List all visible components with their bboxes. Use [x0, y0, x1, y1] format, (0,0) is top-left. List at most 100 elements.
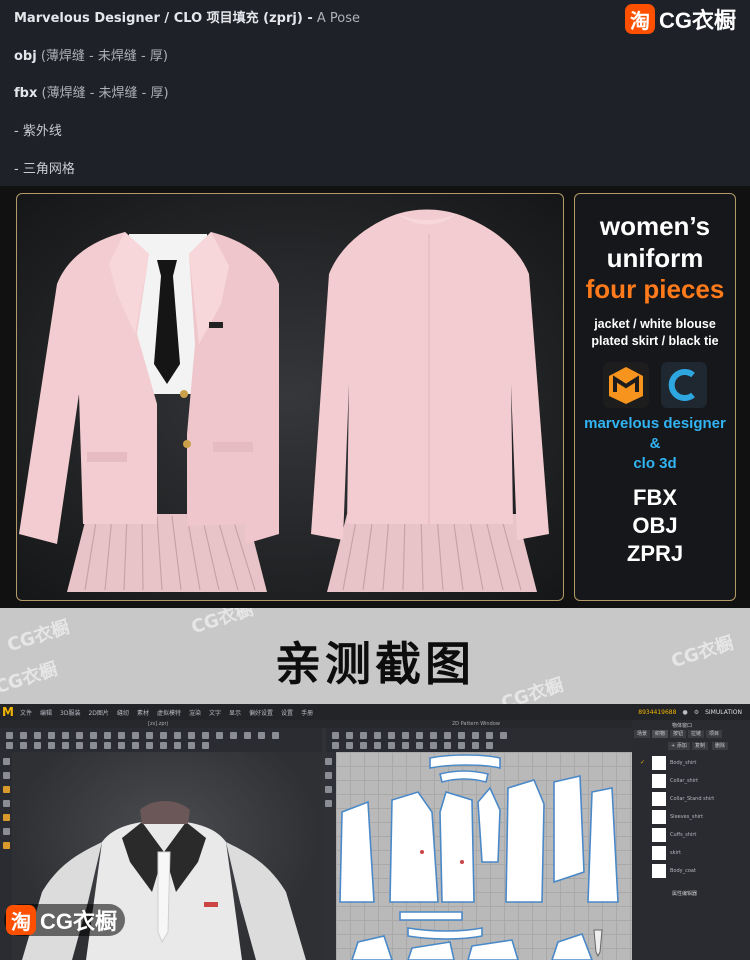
fabric-item[interactable]: Body_coat	[640, 864, 744, 879]
tool-icon[interactable]	[430, 742, 437, 749]
tool-icon[interactable]	[132, 742, 139, 749]
tool-icon[interactable]	[132, 732, 139, 739]
menu-item[interactable]: 偏好设置	[245, 708, 277, 717]
tool-icon[interactable]	[188, 732, 195, 739]
tool-icon[interactable]	[174, 742, 181, 749]
tool-icon[interactable]	[325, 758, 332, 765]
user-icon[interactable]: ●	[682, 709, 687, 716]
tool-icon[interactable]	[402, 732, 409, 739]
tool-icon[interactable]	[3, 842, 10, 849]
fabric-item[interactable]: Collar_shirt	[640, 774, 744, 789]
tool-icon[interactable]	[346, 732, 353, 739]
panel-tab[interactable]: 场景	[634, 730, 651, 738]
tool-icon[interactable]	[388, 732, 395, 739]
tool-icon[interactable]	[332, 742, 339, 749]
tool-icon[interactable]	[62, 732, 69, 739]
tool-icon[interactable]	[118, 742, 125, 749]
tool-icon[interactable]	[444, 732, 451, 739]
fabric-item[interactable]: skirt	[640, 846, 744, 861]
menu-item[interactable]: 3D服装	[56, 708, 84, 717]
fabric-item[interactable]: Cuffs_shirt	[640, 828, 744, 843]
tool-icon[interactable]	[76, 742, 83, 749]
tool-icon[interactable]	[20, 732, 27, 739]
tool-icon[interactable]	[430, 732, 437, 739]
tool-icon[interactable]	[104, 742, 111, 749]
fabric-item[interactable]: Sleeves_shirt	[640, 810, 744, 825]
tool-icon[interactable]	[90, 742, 97, 749]
tool-icon[interactable]	[118, 732, 125, 739]
tool-icon[interactable]	[332, 732, 339, 739]
tab-3d-window[interactable]: [zs].zprj	[148, 721, 168, 727]
tool-icon[interactable]	[160, 732, 167, 739]
tool-icon[interactable]	[6, 732, 13, 739]
menu-item[interactable]: 显示	[225, 708, 245, 717]
menu-item[interactable]: 设置	[277, 708, 297, 717]
tool-icon[interactable]	[160, 742, 167, 749]
tool-icon[interactable]	[416, 742, 423, 749]
menu-item[interactable]: 文字	[205, 708, 225, 717]
tool-icon[interactable]	[76, 732, 83, 739]
tool-icon[interactable]	[3, 772, 10, 779]
tool-icon[interactable]	[3, 828, 10, 835]
tool-icon[interactable]	[458, 742, 465, 749]
tool-icon[interactable]	[6, 742, 13, 749]
tool-icon[interactable]	[272, 732, 279, 739]
tool-icon[interactable]	[20, 742, 27, 749]
tool-icon[interactable]	[146, 742, 153, 749]
tool-icon[interactable]	[325, 786, 332, 793]
tool-icon[interactable]	[416, 732, 423, 739]
tool-icon[interactable]	[34, 742, 41, 749]
menu-item[interactable]: 素材	[133, 708, 153, 717]
tool-icon[interactable]	[486, 732, 493, 739]
tool-icon[interactable]	[472, 742, 479, 749]
settings-icon[interactable]: ⚙	[694, 709, 699, 716]
add-button[interactable]: + 添加	[668, 742, 690, 750]
tool-icon[interactable]	[146, 732, 153, 739]
tool-icon[interactable]	[244, 732, 251, 739]
tool-icon[interactable]	[360, 742, 367, 749]
panel-tab[interactable]: 项目	[706, 730, 723, 738]
tool-icon[interactable]	[458, 732, 465, 739]
tool-icon[interactable]	[374, 732, 381, 739]
2d-pattern-window[interactable]	[322, 752, 632, 960]
menu-item[interactable]: 编辑	[36, 708, 56, 717]
tool-icon[interactable]	[325, 800, 332, 807]
menu-item[interactable]: 手册	[297, 708, 317, 717]
tool-icon[interactable]	[230, 732, 237, 739]
tool-icon[interactable]	[500, 732, 507, 739]
tool-icon[interactable]	[388, 742, 395, 749]
tool-icon[interactable]	[34, 732, 41, 739]
tool-icon[interactable]	[3, 800, 10, 807]
tool-icon[interactable]	[48, 742, 55, 749]
panel-tab[interactable]: 按钮	[670, 730, 687, 738]
tool-icon[interactable]	[3, 814, 10, 821]
tool-icon[interactable]	[62, 742, 69, 749]
fabric-item[interactable]: ✓ Body_shirt	[640, 756, 744, 771]
tool-icon[interactable]	[202, 742, 209, 749]
tool-icon[interactable]	[188, 742, 195, 749]
panel-tab[interactable]: 织物	[652, 730, 669, 738]
tool-icon[interactable]	[90, 732, 97, 739]
fabric-item[interactable]: Collar_Stand shirt	[640, 792, 744, 807]
tab-2d-window[interactable]: 2D Pattern Window	[452, 721, 500, 727]
tool-icon[interactable]	[472, 732, 479, 739]
delete-button[interactable]: 删除	[712, 742, 729, 750]
menu-item[interactable]: 文件	[16, 708, 36, 717]
menu-item[interactable]: 2D图片	[84, 708, 112, 717]
duplicate-button[interactable]: 复制	[692, 742, 709, 750]
menu-item[interactable]: 渲染	[185, 708, 205, 717]
menu-item[interactable]: 缝纫	[113, 708, 133, 717]
simulation-toggle[interactable]: SIMULATION	[705, 709, 742, 716]
tool-icon[interactable]	[174, 732, 181, 739]
tool-icon[interactable]	[402, 742, 409, 749]
tool-icon[interactable]	[216, 732, 223, 739]
tool-icon[interactable]	[444, 742, 451, 749]
tool-icon[interactable]	[346, 742, 353, 749]
tool-icon[interactable]	[360, 732, 367, 739]
tool-icon[interactable]	[374, 742, 381, 749]
tool-icon[interactable]	[325, 772, 332, 779]
tool-icon[interactable]	[3, 786, 10, 793]
tool-icon[interactable]	[202, 732, 209, 739]
panel-tab[interactable]: 拉链	[688, 730, 705, 738]
menu-item[interactable]: 虚拟模特	[153, 708, 185, 717]
